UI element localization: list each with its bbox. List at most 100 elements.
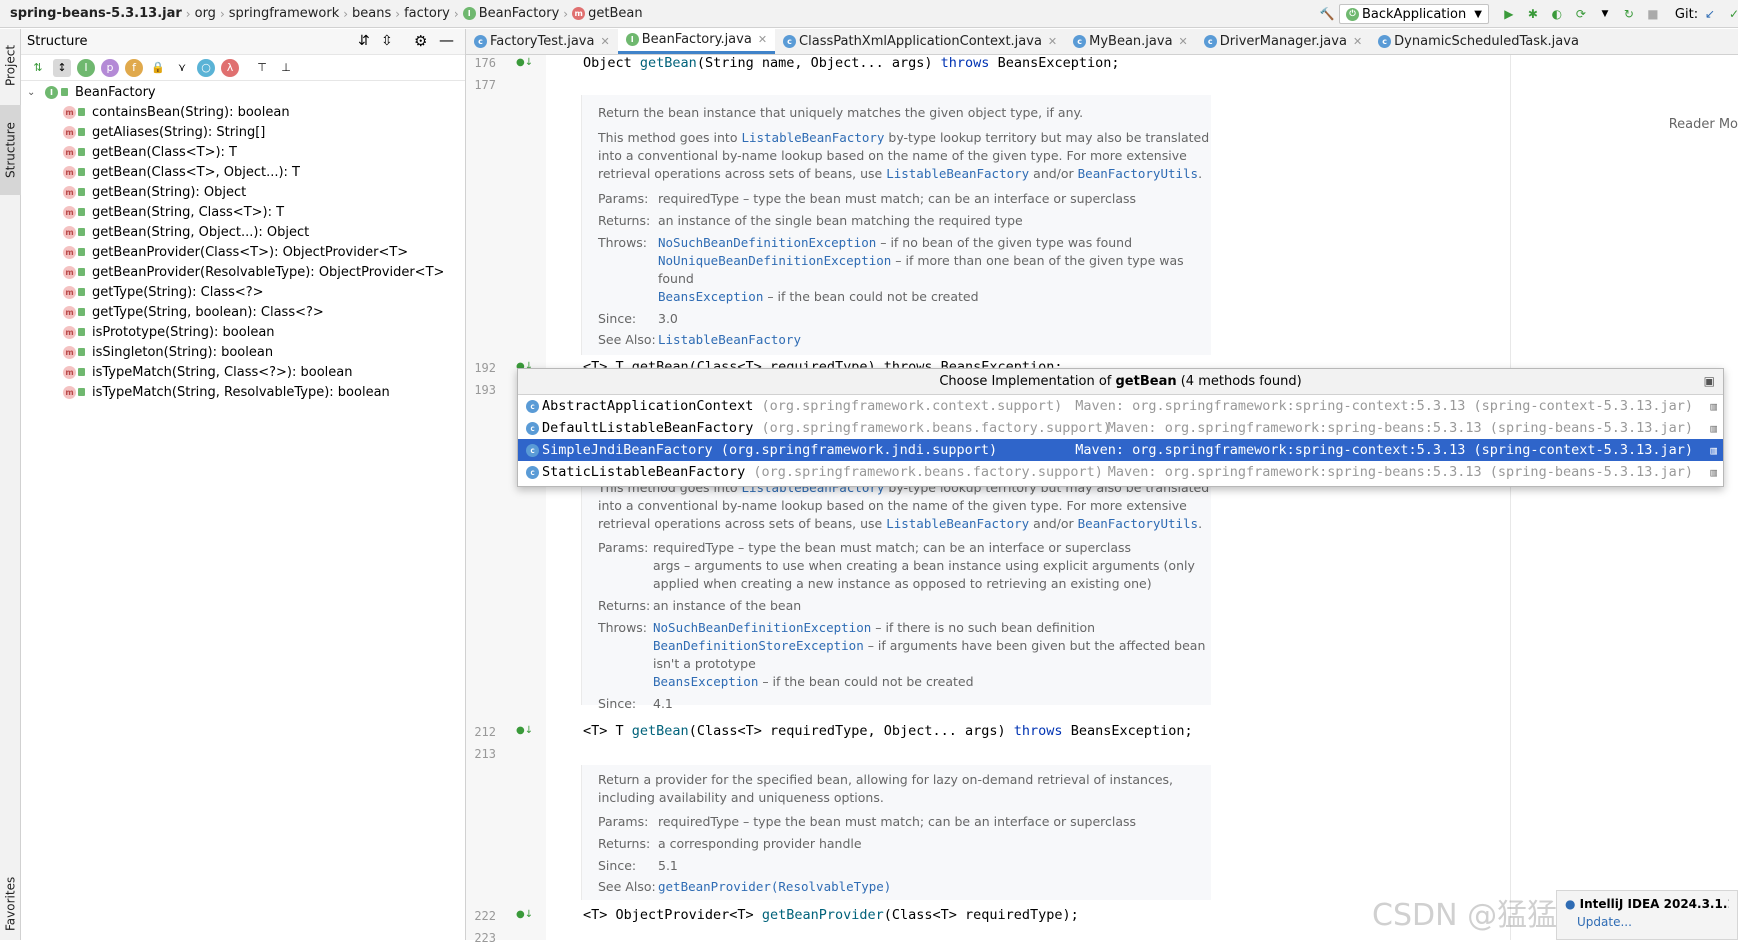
autoscroll-to-source-icon[interactable]: ⊤	[253, 59, 271, 77]
stop-icon[interactable]: ■	[1645, 6, 1661, 22]
tab-mybean[interactable]: c MyBean.java ✕	[1065, 28, 1196, 54]
show-anonymous-icon[interactable]: ○	[197, 58, 215, 77]
tree-item-method[interactable]: m isTypeMatch(String, ResolvableType): bo…	[21, 382, 465, 402]
tab-drivermanager[interactable]: c DriverManager.java ✕	[1196, 28, 1370, 54]
code-editor[interactable]: Object getBean(String name, Object... ar…	[546, 55, 1738, 940]
doc-link[interactable]: BeansException	[658, 289, 763, 304]
tree-item-method[interactable]: m getBean(String, Class<T>): T	[21, 202, 465, 222]
implemented-gutter-icon[interactable]: ●↓	[516, 725, 533, 737]
sort-alphabetically-icon[interactable]: ↕	[53, 58, 71, 77]
doc-link[interactable]: ListableBeanFactory	[658, 332, 801, 347]
tree-item-method[interactable]: m isPrototype(String): boolean	[21, 322, 465, 342]
doc-link[interactable]: NoSuchBeanDefinitionException	[653, 620, 871, 635]
breadcrumb-jar[interactable]: spring-beans-5.3.13.jar	[0, 6, 186, 21]
breadcrumb-method[interactable]: m getBean	[568, 6, 646, 21]
popup-header: Choose Implementation of getBean (4 meth…	[518, 369, 1723, 395]
implementation-row[interactable]: c AbstractApplicationContext (org.spring…	[518, 395, 1723, 417]
close-icon[interactable]: ✕	[1048, 35, 1057, 48]
breadcrumb-class[interactable]: I BeanFactory	[459, 6, 564, 21]
breadcrumb-springframework[interactable]: springframework	[225, 6, 343, 21]
expand-all-icon[interactable]: ⇵	[358, 33, 370, 49]
doc-throws: Throws: NoSuchBeanDefinitionException – i…	[598, 620, 1095, 635]
doc-link[interactable]: BeanFactoryUtils	[1078, 516, 1198, 531]
doc-link[interactable]: ListableBeanFactory	[741, 130, 884, 145]
show-lambdas-icon[interactable]: ⋎	[173, 59, 191, 77]
tree-item-method[interactable]: m getBean(String): Object	[21, 182, 465, 202]
show-lambda-icon[interactable]: λ	[221, 58, 239, 77]
tree-root[interactable]: ⌄ I BeanFactory	[21, 82, 465, 102]
profile-icon[interactable]: ⟳	[1573, 6, 1589, 22]
tab-label: FactoryTest.java	[490, 33, 595, 49]
favorites-tool-tab[interactable]: Favorites	[0, 869, 21, 939]
run-icon[interactable]: ▶	[1501, 6, 1517, 22]
collapse-all-icon[interactable]: ⇳	[381, 33, 393, 49]
doc-link[interactable]: NoUniqueBeanDefinitionException	[658, 253, 891, 268]
doc-link[interactable]: BeanFactoryUtils	[1078, 166, 1198, 181]
doc-link[interactable]: ListableBeanFactory	[886, 516, 1029, 531]
main-toolbar: 🔨 ⏻ BackApplication ▼ ▶ ✱ ◐ ⟳ ▼ ↻ ■ Git:…	[1315, 4, 1738, 24]
open-in-find-window-icon[interactable]: ▣	[1704, 374, 1715, 388]
autoscroll-from-source-icon[interactable]: ⊥	[277, 59, 295, 77]
git-commit-icon[interactable]: ✓	[1726, 6, 1738, 22]
doc-link[interactable]: BeanDefinitionStoreException	[653, 638, 864, 653]
tree-item-method[interactable]: m getType(String): Class<?>	[21, 282, 465, 302]
tree-item-method[interactable]: m getAliases(String): String[]	[21, 122, 465, 142]
doc-since: Since: 4.1	[598, 696, 673, 711]
gear-icon[interactable]: ⚙	[414, 32, 427, 50]
tab-factorytest[interactable]: c FactoryTest.java ✕	[466, 28, 618, 54]
implementation-row-selected[interactable]: c SimpleJndiBeanFactory (org.springframe…	[518, 439, 1723, 461]
doc-link[interactable]: NoSuchBeanDefinitionException	[658, 235, 876, 250]
tree-item-method[interactable]: m getBeanProvider(Class<T>): ObjectProvid…	[21, 242, 465, 262]
breadcrumb-beans[interactable]: beans	[348, 6, 395, 21]
tree-item-method[interactable]: m containsBean(String): boolean	[21, 102, 465, 122]
tree-item-method[interactable]: m getBean(Class<T>): T	[21, 142, 465, 162]
project-tool-tab[interactable]: Project	[0, 35, 21, 95]
doc-returns: Returns: an instance of the single bean m…	[598, 213, 1023, 228]
implementation-row[interactable]: c StaticListableBeanFactory (org.springf…	[518, 461, 1723, 483]
implemented-gutter-icon[interactable]: ●↓	[516, 57, 533, 69]
run-configuration-dropdown[interactable]: ⏻ BackApplication ▼	[1339, 4, 1489, 24]
debug-icon[interactable]: ✱	[1525, 6, 1541, 22]
close-icon[interactable]: ✕	[1179, 35, 1188, 48]
show-fields-icon[interactable]: f	[125, 58, 143, 77]
update-notification[interactable]: ● IntelliJ IDEA 2024.3.1.1 a Update...	[1556, 890, 1738, 940]
doc-link[interactable]: BeansException	[653, 674, 758, 689]
close-icon[interactable]: ✕	[600, 35, 609, 48]
breadcrumb-factory[interactable]: factory	[400, 6, 454, 21]
tree-item-method[interactable]: m isTypeMatch(String, Class<?>): boolean	[21, 362, 465, 382]
build-hammer-icon[interactable]: 🔨	[1319, 6, 1335, 22]
public-lock-icon	[78, 208, 85, 216]
close-icon[interactable]: ✕	[1353, 35, 1362, 48]
more-run-icon[interactable]: ▼	[1597, 6, 1613, 22]
git-update-icon[interactable]: ↙	[1702, 6, 1718, 22]
tree-item-method[interactable]: m getBeanProvider(ResolvableType): Object…	[21, 262, 465, 282]
tree-item-method[interactable]: m getBean(Class<T>, Object...): T	[21, 162, 465, 182]
coverage-icon[interactable]: ◐	[1549, 6, 1565, 22]
implementation-row[interactable]: c DefaultListableBeanFactory (org.spring…	[518, 417, 1723, 439]
public-lock-icon	[78, 388, 85, 396]
tab-beanfactory[interactable]: I BeanFactory.java ✕	[617, 28, 776, 54]
class-icon: c	[526, 443, 539, 457]
doc-link[interactable]: getBeanProvider(ResolvableType)	[658, 879, 891, 894]
hide-panel-icon[interactable]: —	[439, 31, 454, 49]
breadcrumb-org[interactable]: org	[191, 6, 220, 21]
structure-tool-tab[interactable]: Structure	[0, 105, 21, 195]
implemented-gutter-icon[interactable]: ●↓	[516, 909, 533, 921]
reader-mode-toggle[interactable]: Reader Mo	[1669, 117, 1738, 132]
editor-gutter[interactable]: 176 ●↓ 177 192 ●↓ 193 212 ●↓ 213 222 ●↓ …	[466, 55, 546, 945]
update-running-icon[interactable]: ↻	[1621, 6, 1637, 22]
tree-item-method[interactable]: m getBean(String, Object...): Object	[21, 222, 465, 242]
show-non-public-icon[interactable]: 🔒	[149, 59, 167, 77]
tree-item-method[interactable]: m getType(String, boolean): Class<?>	[21, 302, 465, 322]
tree-item-method[interactable]: m isSingleton(String): boolean	[21, 342, 465, 362]
show-inherited-icon[interactable]: I	[77, 58, 95, 77]
update-link[interactable]: Update...	[1577, 915, 1729, 929]
show-properties-icon[interactable]: p	[101, 58, 119, 77]
sort-by-type-icon[interactable]: ⇅	[29, 59, 47, 77]
doc-link[interactable]: ListableBeanFactory	[886, 166, 1029, 181]
close-icon[interactable]: ✕	[758, 33, 767, 46]
chevron-down-icon[interactable]: ⌄	[27, 87, 45, 98]
tab-classpathxml[interactable]: c ClassPathXmlApplicationContext.java ✕	[775, 28, 1065, 54]
tab-dynamicscheduled[interactable]: c DynamicScheduledTask.java	[1370, 28, 1587, 54]
tree-item-label: getAliases(String): String[]	[92, 124, 266, 140]
